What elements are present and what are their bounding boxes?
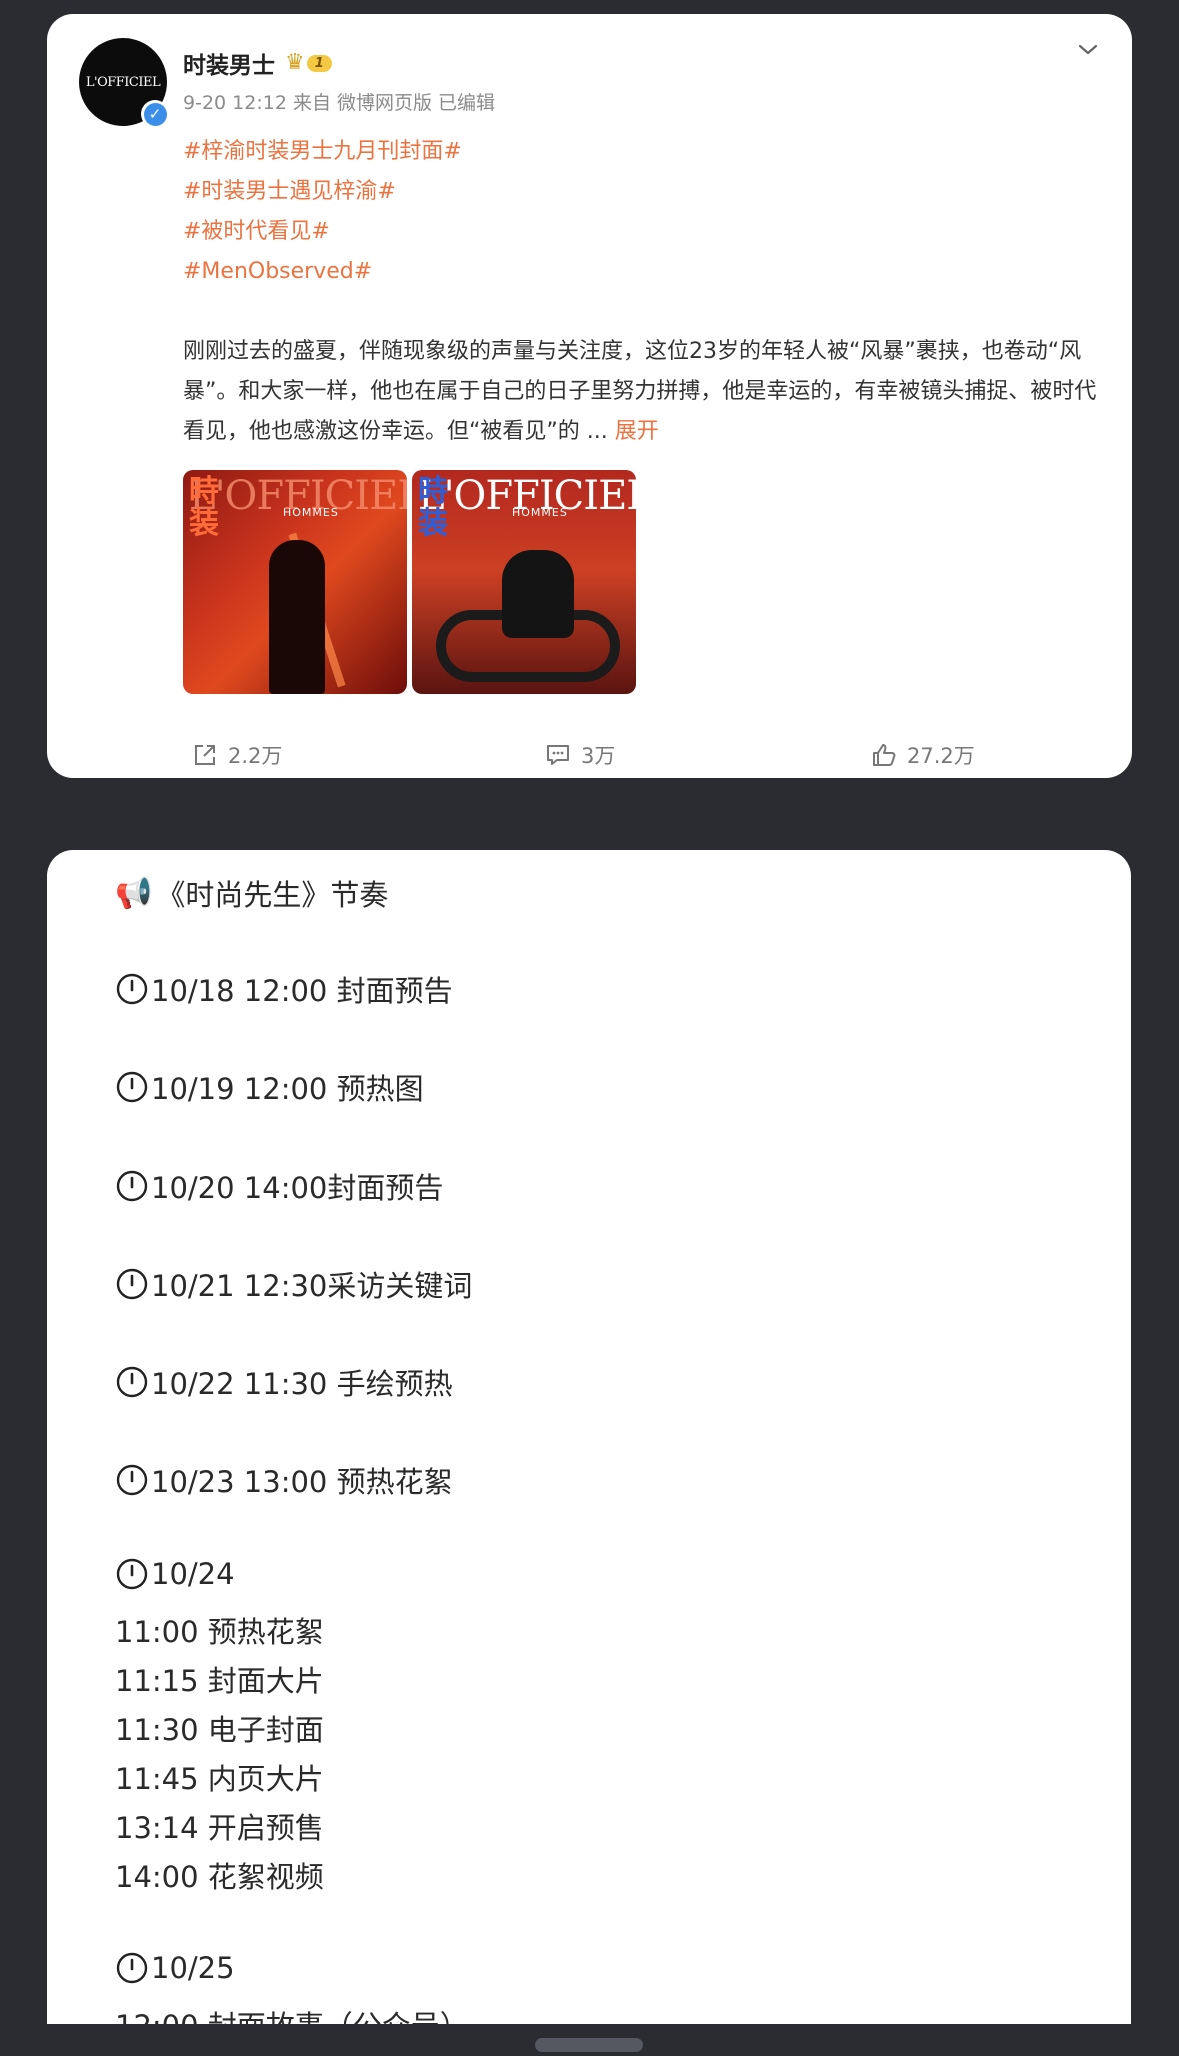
schedule-subitem: 11:45 内页大片 bbox=[115, 1762, 324, 1796]
crown-icon: ♛ bbox=[285, 50, 305, 75]
thumbs-up-icon bbox=[873, 744, 896, 766]
cover-subtitle: HOMMES bbox=[512, 506, 568, 519]
schedule-subitem: 11:00 预热花絮 bbox=[115, 1615, 324, 1649]
author-name[interactable]: 时装男士 bbox=[183, 46, 275, 80]
megaphone-icon: 📢 bbox=[115, 875, 153, 911]
hashtag-link[interactable]: #被时代看见# bbox=[183, 212, 462, 252]
clock-icon bbox=[116, 1366, 148, 1398]
schedule-item-text: 10/25 bbox=[151, 1951, 235, 1985]
schedule-item: 10/19 12:00 预热图 bbox=[115, 1066, 424, 1108]
schedule-item: 10/21 12:30采访关键词 bbox=[115, 1263, 472, 1305]
schedule-item-text: 10/22 11:30 手绘预热 bbox=[151, 1367, 453, 1401]
schedule-item: 10/24 bbox=[115, 1557, 235, 1591]
schedule-card: 📢 《时尚先生》节奏 10/18 12:00 封面预告 10/19 12:00 … bbox=[47, 850, 1131, 2056]
clock-icon bbox=[116, 1952, 148, 1984]
schedule-item-text: 10/24 bbox=[151, 1557, 235, 1591]
chevron-down-icon[interactable] bbox=[1076, 38, 1100, 62]
cover-cn-title: 時装 bbox=[189, 474, 219, 541]
cover-cn-title: 時装 bbox=[418, 474, 448, 541]
avatar-logo-text: L'OFFICIEL bbox=[85, 74, 161, 90]
schedule-header: 📢 《时尚先生》节奏 bbox=[115, 872, 388, 914]
schedule-item: 10/18 12:00 封面预告 bbox=[115, 968, 453, 1010]
share-icon bbox=[195, 745, 215, 765]
figure-silhouette bbox=[269, 540, 325, 694]
weibo-post-card: L'OFFICIEL ✓ 时装男士 ♛ 1 9-20 12:12 来自 微博网页… bbox=[47, 14, 1132, 778]
clock-icon bbox=[116, 1170, 148, 1202]
home-indicator-handle[interactable] bbox=[535, 2038, 643, 2052]
schedule-subitem: 11:30 电子封面 bbox=[115, 1713, 324, 1747]
clock-icon bbox=[116, 1071, 148, 1103]
schedule-item: 10/25 bbox=[115, 1951, 235, 1985]
post-image[interactable]: L'OFFICIEL 時装 HOMMES bbox=[412, 470, 636, 694]
verified-badge-icon: ✓ bbox=[141, 100, 169, 128]
clock-icon bbox=[116, 973, 148, 1005]
figure-silhouette bbox=[502, 550, 574, 638]
author-row: 时装男士 ♛ 1 bbox=[183, 46, 332, 80]
hashtag-list: #梓渝时装男士九月刊封面# #时装男士遇见梓渝# #被时代看见# #MenObs… bbox=[183, 132, 462, 292]
comment-icon bbox=[547, 745, 569, 765]
like-count: 27.2万 bbox=[907, 744, 975, 768]
clock-icon bbox=[116, 1558, 148, 1590]
schedule-subitem: 11:15 封面大片 bbox=[115, 1664, 324, 1698]
clock-icon bbox=[116, 1464, 148, 1496]
post-image[interactable]: L'OFFICIEL 時装 HOMMES bbox=[183, 470, 407, 694]
schedule-item-text: 10/19 12:00 预热图 bbox=[151, 1072, 424, 1106]
like-button[interactable]: 27.2万 bbox=[871, 740, 975, 770]
share-button[interactable]: 2.2万 bbox=[192, 740, 282, 770]
schedule-item-text: 10/21 12:30采访关键词 bbox=[151, 1269, 473, 1303]
schedule-item-text: 10/20 14:00封面预告 bbox=[151, 1171, 444, 1205]
hashtag-link[interactable]: #梓渝时装男士九月刊封面# bbox=[183, 132, 462, 172]
schedule-item: 10/23 13:00 预热花絮 bbox=[115, 1459, 453, 1501]
clock-icon bbox=[116, 1268, 148, 1300]
post-body: 刚刚过去的盛夏，伴随现象级的声量与关注度，这位23岁的年轻人被“风暴”裹挟，也卷… bbox=[183, 332, 1103, 452]
hashtag-link[interactable]: #时装男士遇见梓渝# bbox=[183, 172, 462, 212]
share-count: 2.2万 bbox=[228, 744, 283, 768]
schedule-item: 10/22 11:30 手绘预热 bbox=[115, 1361, 453, 1403]
action-bar: 2.2万 3万 27.2万 bbox=[47, 740, 1132, 770]
schedule-item-text: 10/18 12:00 封面预告 bbox=[151, 974, 453, 1008]
member-level-badge: 1 bbox=[306, 54, 332, 72]
schedule-subitem: 14:00 花絮视频 bbox=[115, 1860, 324, 1894]
post-meta: 9-20 12:12 来自 微博网页版 已编辑 bbox=[183, 92, 496, 114]
schedule-item-text: 10/23 13:00 预热花絮 bbox=[151, 1465, 453, 1499]
hashtag-link[interactable]: #MenObserved# bbox=[183, 252, 462, 292]
comment-button[interactable]: 3万 bbox=[545, 740, 615, 770]
comment-count: 3万 bbox=[581, 744, 616, 768]
schedule-item: 10/20 14:00封面预告 bbox=[115, 1165, 443, 1207]
cover-subtitle: HOMMES bbox=[283, 506, 339, 519]
schedule-subitem: 13:14 开启预售 bbox=[115, 1811, 324, 1845]
expand-link[interactable]: 展开 bbox=[615, 419, 659, 444]
schedule-title: 《时尚先生》节奏 bbox=[156, 878, 389, 912]
